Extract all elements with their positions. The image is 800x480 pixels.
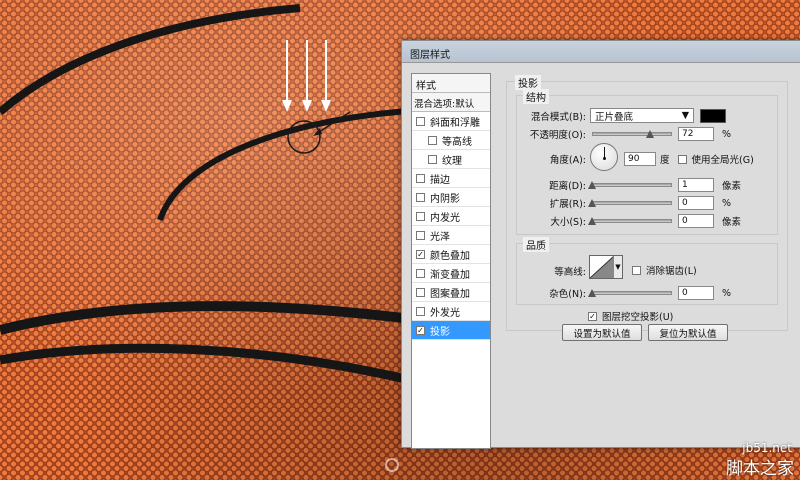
style-item[interactable]: 光泽 xyxy=(412,226,490,245)
style-checkbox[interactable] xyxy=(416,268,425,278)
annotation-arrows xyxy=(282,40,351,154)
angle-unit: 度 xyxy=(660,155,670,166)
global-light-checkbox[interactable] xyxy=(677,154,687,164)
contour-thumbnail xyxy=(590,256,613,278)
distance-slider-thumb[interactable] xyxy=(588,181,597,189)
style-item[interactable]: ✓ 颜色叠加 xyxy=(412,245,490,264)
spread-slider[interactable] xyxy=(588,198,672,208)
antialias-checkbox[interactable] xyxy=(632,265,641,275)
quality-title: 品质 xyxy=(523,237,549,252)
angle-input[interactable]: 90 xyxy=(624,152,656,166)
noise-unit: % xyxy=(722,287,732,299)
size-slider[interactable] xyxy=(588,216,672,226)
structure-title: 结构 xyxy=(523,89,549,104)
style-item[interactable]: ✓ 投影 xyxy=(412,321,490,340)
contour-picker[interactable]: ▼ xyxy=(589,255,623,279)
style-item-label: 斜面和浮雕 xyxy=(430,117,480,129)
style-checkbox[interactable] xyxy=(416,287,425,297)
watermark-logo-icon xyxy=(385,458,399,472)
angle-label: 角度(A): xyxy=(549,155,586,166)
spread-label: 扩展(R): xyxy=(549,199,586,210)
size-slider-thumb[interactable] xyxy=(588,217,596,225)
distance-slider[interactable] xyxy=(588,180,672,190)
blend-options-item[interactable]: 混合选项:默认 xyxy=(412,93,490,112)
style-checkbox[interactable] xyxy=(416,230,425,240)
distance-input[interactable]: 1 xyxy=(678,178,714,192)
noise-slider-thumb[interactable] xyxy=(588,289,596,297)
angle-dial[interactable] xyxy=(590,143,618,171)
style-checkbox[interactable] xyxy=(416,192,425,202)
style-item-label: 图案叠加 xyxy=(430,288,470,300)
spread-unit: % xyxy=(722,197,732,209)
blend-mode-value: 正片叠底 xyxy=(595,111,634,123)
styles-list: 样式 混合选项:默认 斜面和浮雕等高线纹理描边内阴影内发光光泽 ✓ 颜色叠加渐变叠加… xyxy=(411,73,491,449)
distance-label: 距离(D): xyxy=(549,181,586,192)
seam-middle xyxy=(157,107,421,221)
style-checkbox[interactable]: ✓ xyxy=(416,325,425,335)
antialias-label: 消除锯齿(L) xyxy=(646,266,697,277)
style-item-label: 内发光 xyxy=(430,212,460,224)
watermark-site: jb51.net xyxy=(742,441,792,455)
style-item[interactable]: 图案叠加 xyxy=(412,283,490,302)
opacity-label: 不透明度(O): xyxy=(529,130,586,141)
size-input[interactable]: 0 xyxy=(678,214,714,228)
style-item[interactable]: 内阴影 xyxy=(412,188,490,207)
style-item-label: 渐变叠加 xyxy=(430,269,470,281)
size-label: 大小(S): xyxy=(550,217,586,228)
seam-top xyxy=(0,4,301,116)
noise-slider[interactable] xyxy=(588,288,672,298)
style-item-label: 光泽 xyxy=(430,231,450,243)
contour-label: 等高线: xyxy=(554,267,586,278)
style-checkbox[interactable] xyxy=(428,154,437,164)
layer-style-dialog: 图层样式 样式 混合选项:默认 斜面和浮雕等高线纹理描边内阴影内发光光泽 ✓ 颜色叠… xyxy=(401,40,800,449)
style-item[interactable]: 描边 xyxy=(412,169,490,188)
style-item[interactable]: 内发光 xyxy=(412,207,490,226)
drop-shadow-title: 投影 xyxy=(515,75,541,90)
chevron-down-icon[interactable]: ▼ xyxy=(613,256,622,278)
global-light-label: 使用全局光(G) xyxy=(691,155,754,166)
style-item-label: 投影 xyxy=(430,326,450,338)
knockout-label: 图层挖空投影(U) xyxy=(602,312,674,323)
dialog-title: 图层样式 xyxy=(402,41,800,63)
reset-default-button[interactable]: 复位为默认值 xyxy=(648,324,728,341)
noise-label: 杂色(N): xyxy=(549,289,586,300)
spread-slider-thumb[interactable] xyxy=(588,199,596,207)
style-item-label: 纹理 xyxy=(442,155,462,167)
style-checkbox[interactable]: ✓ xyxy=(416,249,425,259)
size-unit: 像素 xyxy=(722,217,742,228)
spread-input[interactable]: 0 xyxy=(678,196,714,210)
style-item-label: 外发光 xyxy=(430,307,460,319)
style-item[interactable]: 纹理 xyxy=(412,150,490,169)
style-item-label: 内阴影 xyxy=(430,193,460,205)
style-checkbox[interactable] xyxy=(416,173,425,183)
blend-mode-select[interactable]: 正片叠底 ▼ xyxy=(590,108,694,123)
chevron-down-icon: ▼ xyxy=(681,110,689,121)
watermark-name: 脚本之家 xyxy=(726,459,794,479)
style-item-label: 等高线 xyxy=(442,136,472,148)
styles-header[interactable]: 样式 xyxy=(412,74,490,93)
style-item[interactable]: 外发光 xyxy=(412,302,490,321)
seam-lower xyxy=(0,301,421,335)
style-item[interactable]: 等高线 xyxy=(412,131,490,150)
style-item[interactable]: 斜面和浮雕 xyxy=(412,112,490,131)
style-item[interactable]: 渐变叠加 xyxy=(412,264,490,283)
style-checkbox[interactable] xyxy=(416,306,425,316)
style-checkbox[interactable] xyxy=(416,116,425,126)
knockout-checkbox[interactable]: ✓ xyxy=(588,311,597,321)
style-checkbox[interactable] xyxy=(416,211,425,221)
blend-mode-label: 混合模式(B): xyxy=(530,111,586,123)
style-item-label: 颜色叠加 xyxy=(430,250,470,262)
style-item-label: 描边 xyxy=(430,174,450,186)
opacity-slider[interactable] xyxy=(592,129,672,139)
set-default-button[interactable]: 设置为默认值 xyxy=(562,324,642,341)
shadow-color-swatch[interactable] xyxy=(700,108,726,123)
contour-curve-icon xyxy=(590,256,613,278)
opacity-unit: % xyxy=(722,128,732,140)
distance-unit: 像素 xyxy=(722,181,742,192)
opacity-slider-thumb[interactable] xyxy=(645,130,654,138)
opacity-input[interactable]: 72 xyxy=(678,127,714,141)
noise-input[interactable]: 0 xyxy=(678,286,714,300)
style-checkbox[interactable] xyxy=(428,135,437,145)
seam-bottom xyxy=(0,343,412,385)
